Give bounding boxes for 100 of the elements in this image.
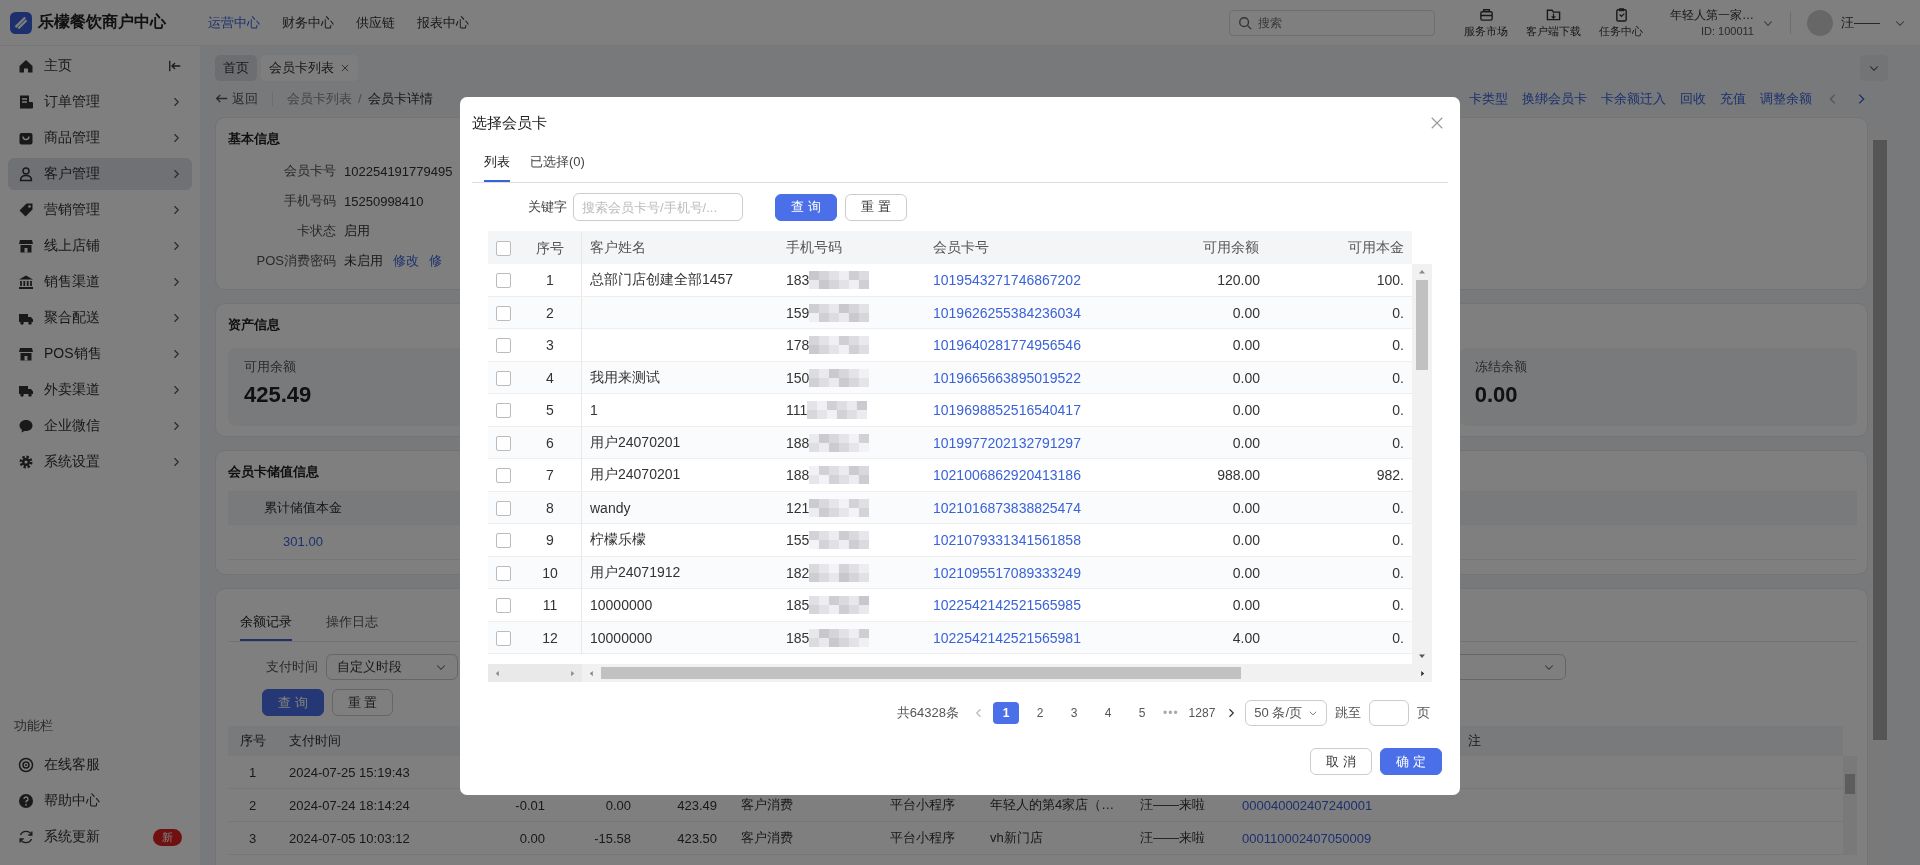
page-button[interactable]: 1 [993,702,1019,724]
page-size-select[interactable]: 50 条/页 [1245,700,1327,726]
page-tab[interactable]: 首页 [215,55,257,81]
checkbox[interactable] [496,500,511,516]
card-number-link[interactable]: 1019698852516540417 [925,402,1120,418]
order-link[interactable]: 000110002407050009 [1230,830,1442,846]
checkbox[interactable] [496,403,511,419]
tab[interactable]: 余额记录 [240,607,292,641]
nav-link[interactable]: 报表中心 [417,13,469,32]
scrollbar-thumb[interactable] [1845,774,1855,794]
page-button[interactable]: 5 [1129,702,1155,724]
page-input[interactable] [1369,700,1409,726]
card-number-link[interactable]: 1022542142521565985 [925,597,1120,613]
table-cell-text: 423.49 [676,797,718,813]
action-link[interactable]: 换绑会员卡 [1522,89,1587,108]
card-number-link[interactable]: 1019665663895019522 [925,369,1120,386]
tabs-menu-button[interactable] [1860,55,1888,81]
table-cell-text: 0. [1391,337,1405,353]
tab[interactable]: 操作日志 [326,607,378,641]
column-header: 可用余额 [1202,238,1260,257]
search-field[interactable]: 搜索 [1229,9,1435,36]
page-tab[interactable]: 会员卡列表 [261,55,358,81]
close-icon[interactable] [1430,116,1444,130]
card-number-link[interactable]: 1019640281774956546 [925,337,1120,353]
page-button[interactable]: 2 [1027,702,1053,724]
card-number-link[interactable]: 1021006862920413186 [925,467,1120,483]
search-button[interactable]: 查 询 [262,689,324,716]
back-link[interactable]: 返回 [215,89,258,108]
card-number-link[interactable]: 1019543271746867202 [925,272,1120,288]
card-number-link[interactable]: 1022542142521565981 [925,629,1120,646]
table-scrollbar[interactable] [1843,756,1857,855]
page-button[interactable]: 1287 [1186,702,1218,724]
reset-button[interactable]: 重 置 [331,689,394,716]
edit-link[interactable]: 修 [429,252,442,271]
card-number-link[interactable]: 1021095517089333249 [925,564,1120,581]
reset-button[interactable]: 重 置 [845,193,907,221]
action-link[interactable]: 调整余额 [1760,89,1812,108]
card-number-link[interactable]: 1021079331341561858 [925,532,1120,548]
sidebar-item[interactable]: POS销售 [8,338,192,370]
sidebar-item[interactable]: 聚合配送 [8,302,192,334]
checkbox[interactable] [496,533,511,549]
nav-link[interactable]: 财务中心 [282,13,334,32]
vertical-scrollbar[interactable] [1412,264,1432,664]
sidebar-item[interactable]: 营销管理 [8,194,192,226]
checkbox[interactable] [496,240,511,256]
sidebar-item[interactable]: 在线客服 [8,749,192,781]
sidebar-item[interactable]: 线上店铺 [8,230,192,262]
scrollbar-thumb[interactable] [601,667,1241,679]
action-link[interactable]: 充值 [1720,89,1746,108]
edit-link[interactable]: 修改 [393,252,419,271]
confirm-button[interactable]: 确 定 [1380,748,1442,775]
checkbox[interactable] [496,370,511,386]
tab[interactable]: 已选择(0) [530,147,585,182]
sidebar-item[interactable]: 客户管理 [8,158,192,190]
page-button[interactable]: 3 [1061,702,1087,724]
scrollbar-thumb[interactable] [1416,280,1428,370]
nav-link[interactable]: 供应链 [356,13,395,32]
amount-link[interactable]: 301.00 [228,534,378,550]
checkbox[interactable] [496,305,511,321]
account-switcher[interactable]: 年轻人第一家… ID: 100011 [1670,6,1774,39]
sidebar-item[interactable]: 外卖渠道 [8,374,192,406]
checkbox[interactable] [496,598,511,614]
sidebar-item[interactable]: 商品管理 [8,122,192,154]
ellipsis[interactable]: ••• [1163,706,1179,720]
checkbox[interactable] [496,435,511,451]
checkbox[interactable] [496,338,511,354]
checkbox[interactable] [496,273,511,289]
card-number-link[interactable]: 1019626255384236034 [925,304,1120,321]
checkbox[interactable] [496,630,511,646]
toolbar-button[interactable]: 客户端下载 [1526,6,1581,39]
action-link[interactable]: 卡类型 [1469,89,1508,108]
sidebar-item[interactable]: 系统更新 新 [8,821,192,853]
order-link[interactable]: 000040002407240001 [1230,797,1442,813]
sidebar-item[interactable]: 企业微信 [8,410,192,442]
horizontal-scrollbar[interactable] [488,664,582,682]
sidebar-item[interactable]: 订单管理 [8,86,192,118]
checkbox[interactable] [496,565,511,581]
toolbar-button[interactable]: 任务中心 [1599,6,1643,39]
sidebar-item[interactable]: 主页 [8,50,192,82]
table-cell-text: 用户24070201 [589,433,682,452]
user-name[interactable]: 汪—— [1841,13,1880,32]
tab[interactable]: 列表 [484,147,510,182]
action-link[interactable]: 卡余额迁入 [1601,89,1666,108]
checkbox[interactable] [496,468,511,484]
card-number-link[interactable]: 1019977202132791297 [925,434,1120,451]
sidebar-item[interactable]: 帮助中心 [8,785,192,817]
avatar[interactable] [1807,9,1833,36]
action-link[interactable]: 回收 [1680,89,1706,108]
toolbar-button[interactable]: 服务市场 [1464,6,1508,39]
keyword-input[interactable]: 搜索会员卡号/手机号/... [573,193,743,221]
sidebar-item[interactable]: 系统设置 [8,446,192,478]
cancel-button[interactable]: 取 消 [1310,748,1372,775]
search-button[interactable]: 查 询 [775,193,837,221]
page-button[interactable]: 4 [1095,702,1121,724]
card-number-link[interactable]: 1021016873838825474 [925,499,1120,516]
breadcrumb-link[interactable]: 会员卡详情 [367,89,433,108]
range-type-select[interactable]: 自定义时段 [326,654,458,680]
nav-link[interactable]: 运营中心 [208,13,260,32]
scrollbar-thumb[interactable] [1873,140,1887,740]
sidebar-item[interactable]: 销售渠道 [8,266,192,298]
